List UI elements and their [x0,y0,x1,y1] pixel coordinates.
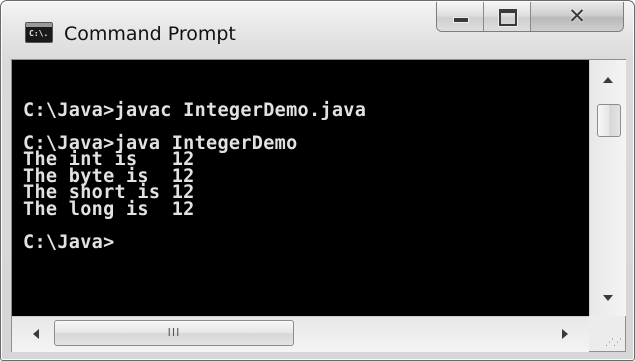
horizontal-scroll-thumb[interactable]: III [54,320,294,346]
vertical-scrollbar[interactable] [589,60,626,316]
console-line: C:\Java> [23,231,115,253]
vertical-scroll-thumb[interactable] [597,104,621,137]
close-icon: ✕ [568,4,586,28]
console-app-icon[interactable]: C:\. [25,22,53,43]
scroll-down-arrow-icon[interactable] [603,295,613,301]
minimize-icon [453,17,469,23]
title-bar[interactable]: C:\. Command Prompt ✕ [1,1,634,59]
maximize-icon [499,9,517,26]
command-prompt-window: C:\. Command Prompt ✕ C:\Java>javac Inte… [0,0,635,361]
caption-buttons: ✕ [436,2,624,32]
scroll-left-arrow-icon[interactable] [33,329,39,339]
scroll-right-arrow-icon[interactable] [562,329,568,339]
resize-grip[interactable]: ⋰⋰ [589,316,625,351]
console-client-area: C:\Java>javac IntegerDemo.java C:\Java>j… [11,59,626,352]
close-button[interactable]: ✕ [531,2,623,31]
scroll-grip-icon: III [167,326,181,339]
maximize-button[interactable] [484,2,531,31]
console-line: C:\Java>javac IntegerDemo.java [23,99,367,121]
scroll-up-arrow-icon[interactable] [603,77,613,83]
minimize-button[interactable] [437,2,484,31]
console-output[interactable]: C:\Java>javac IntegerDemo.java C:\Java>j… [12,60,589,316]
window-title: Command Prompt [64,23,236,45]
resize-grip-icon: ⋰⋰ [605,338,622,348]
console-text: C:\Java>javac IntegerDemo.java C:\Java>j… [23,86,367,253]
horizontal-scrollbar[interactable]: III [12,316,589,352]
console-line: The long is 12 [23,198,195,220]
app-icon-text: C:\. [29,29,49,38]
